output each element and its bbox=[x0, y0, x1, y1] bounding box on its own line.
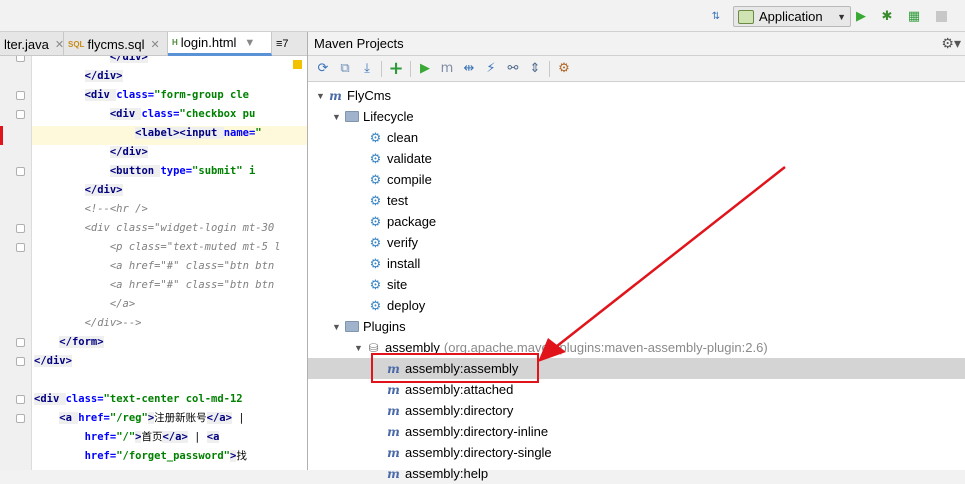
annotation-arrow bbox=[538, 166, 786, 362]
